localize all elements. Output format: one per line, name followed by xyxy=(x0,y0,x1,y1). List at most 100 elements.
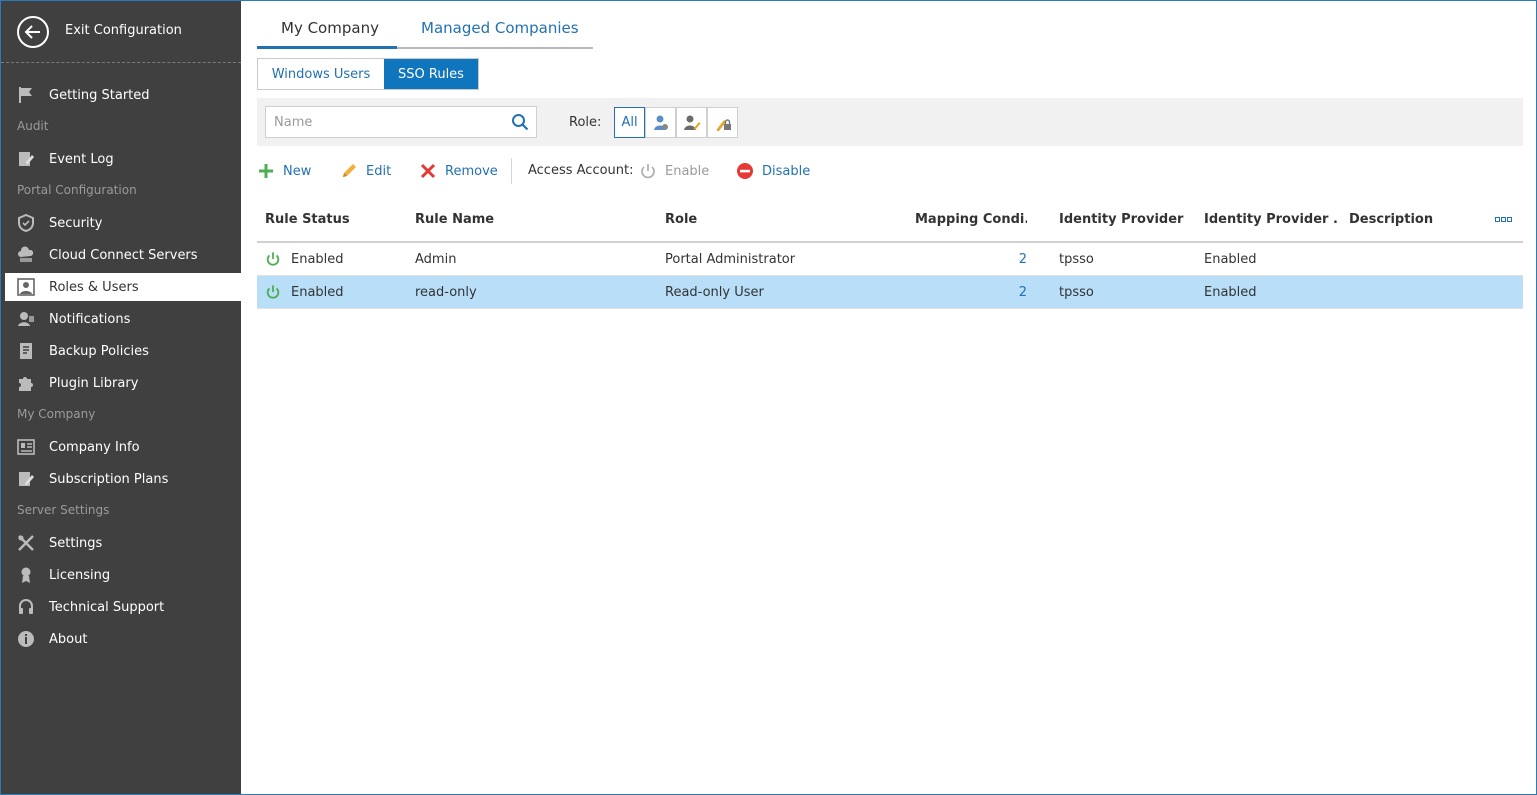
sidebar-divider xyxy=(1,62,241,63)
user-card-icon xyxy=(17,278,35,296)
exit-configuration-button[interactable]: Exit Configuration xyxy=(1,1,241,62)
edit-button-label: Edit xyxy=(366,163,392,179)
section-audit: Audit xyxy=(17,119,49,133)
enable-button-label: Enable xyxy=(665,163,710,179)
role-filter-all[interactable]: All xyxy=(614,107,645,138)
remove-button[interactable]: Remove xyxy=(419,158,498,184)
column-header-rule-name[interactable]: Rule Name xyxy=(415,212,655,227)
sidebar-item-subscription-plans[interactable]: Subscription Plans xyxy=(1,465,241,493)
sidebar-item-event-log[interactable]: Event Log xyxy=(1,145,241,173)
role-filter-operator[interactable] xyxy=(676,107,707,138)
notification-icon xyxy=(18,312,34,326)
sso-rules-table: Rule Status Rule Name Role Mapping Condi… xyxy=(257,201,1523,309)
disable-button-label: Disable xyxy=(762,163,811,179)
toolbar-separator xyxy=(511,158,512,184)
section-portal-configuration: Portal Configuration xyxy=(17,183,137,197)
sidebar-item-label: Cloud Connect Servers xyxy=(49,248,198,263)
back-arrow-icon xyxy=(17,16,49,48)
remove-button-label: Remove xyxy=(445,163,498,179)
new-button[interactable]: New xyxy=(257,158,311,184)
sidebar-item-roles-users[interactable]: Roles & Users xyxy=(5,273,242,301)
column-header-role[interactable]: Role xyxy=(665,212,905,227)
subscription-icon xyxy=(19,472,34,486)
cell-rule-name: Admin xyxy=(415,252,457,267)
power-on-icon xyxy=(266,252,280,266)
company-info-icon xyxy=(17,439,35,455)
exit-configuration-label: Exit Configuration xyxy=(65,23,182,38)
tab-indicator xyxy=(257,46,397,49)
cell-rule-status: Enabled xyxy=(291,285,344,300)
search-icon[interactable] xyxy=(511,113,529,131)
cell-identity-provider: tpsso xyxy=(1059,285,1094,300)
column-header-mapping-conditions[interactable]: Mapping Condi... xyxy=(915,212,1027,227)
sidebar-item-settings[interactable]: Settings xyxy=(1,529,241,557)
role-filter-label: Role: xyxy=(569,115,602,130)
sidebar-item-security[interactable]: Security xyxy=(1,209,241,237)
pencil-icon xyxy=(343,164,356,177)
disable-icon xyxy=(737,163,753,179)
search-input[interactable] xyxy=(266,107,506,137)
new-button-label: New xyxy=(283,163,312,179)
headset-icon xyxy=(19,599,33,614)
enable-button[interactable]: Enable xyxy=(639,158,709,184)
tab-my-company[interactable]: My Company xyxy=(281,19,379,37)
cloud-server-icon xyxy=(18,246,34,262)
tab-managed-companies[interactable]: Managed Companies xyxy=(421,19,579,37)
cell-identity-provider-status: Enabled xyxy=(1204,252,1257,267)
license-icon xyxy=(21,567,31,583)
sidebar-item-about[interactable]: About xyxy=(1,625,241,653)
sidebar-item-backup-policies[interactable]: Backup Policies xyxy=(1,337,241,365)
column-chooser-icon[interactable] xyxy=(1495,216,1513,224)
sidebar-item-label: Roles & Users xyxy=(49,280,139,295)
plus-icon xyxy=(259,164,273,178)
subtab-sso-rules[interactable]: SSO Rules xyxy=(384,59,478,89)
power-icon xyxy=(641,164,655,179)
column-header-rule-status[interactable]: Rule Status xyxy=(265,212,405,227)
shield-icon xyxy=(18,214,34,232)
role-filter-readonly[interactable] xyxy=(707,107,738,138)
info-icon xyxy=(18,631,34,647)
sidebar-item-notifications[interactable]: Notifications xyxy=(1,305,241,333)
cell-mapping-conditions[interactable]: 2 xyxy=(997,285,1027,300)
power-on-icon xyxy=(266,285,280,299)
sidebar-item-company-info[interactable]: Company Info xyxy=(1,433,241,461)
remove-x-icon xyxy=(420,163,436,179)
cell-rule-status: Enabled xyxy=(291,252,344,267)
column-header-identity-provider-status[interactable]: Identity Provider ... xyxy=(1204,212,1339,227)
cell-role: Read-only User xyxy=(665,285,764,300)
main-content: My Company Managed Companies Windows Use… xyxy=(241,1,1536,794)
column-header-identity-provider[interactable]: Identity Provider xyxy=(1059,212,1199,227)
access-account-label: Access Account: xyxy=(528,163,634,178)
policy-icon xyxy=(20,343,32,359)
sidebar-item-label: Licensing xyxy=(49,568,111,583)
cell-rule-name: read-only xyxy=(415,285,477,300)
sidebar-item-cloud-connect-servers[interactable]: Cloud Connect Servers xyxy=(1,241,241,269)
sidebar-item-licensing[interactable]: Licensing xyxy=(1,561,241,589)
sidebar-item-getting-started[interactable]: Getting Started xyxy=(1,81,241,109)
cell-mapping-conditions[interactable]: 2 xyxy=(997,252,1027,267)
table-row[interactable]: Enabled read-only Read-only User 2 tpsso… xyxy=(257,276,1523,309)
cell-identity-provider: tpsso xyxy=(1059,252,1094,267)
table-header: Rule Status Rule Name Role Mapping Condi… xyxy=(257,201,1523,243)
sidebar-item-plugin-library[interactable]: Plugin Library xyxy=(1,369,241,397)
sidebar-item-label: Technical Support xyxy=(49,600,165,615)
tab-underline xyxy=(397,47,593,49)
disable-button[interactable]: Disable xyxy=(736,158,810,184)
section-server-settings: Server Settings xyxy=(17,503,110,517)
flag-icon xyxy=(19,87,32,103)
sidebar-item-label: Company Info xyxy=(49,440,140,455)
sidebar-item-label: Notifications xyxy=(49,312,131,327)
edit-button[interactable]: Edit xyxy=(340,158,391,184)
sidebar-item-label: Security xyxy=(49,216,103,231)
sidebar-item-label: About xyxy=(49,632,88,647)
sidebar-item-label: Subscription Plans xyxy=(49,472,169,487)
section-my-company: My Company xyxy=(17,407,96,421)
cell-role: Portal Administrator xyxy=(665,252,796,267)
column-header-description[interactable]: Description xyxy=(1349,212,1479,227)
role-filter-admin[interactable] xyxy=(645,107,676,138)
table-row[interactable]: Enabled Admin Portal Administrator 2 tps… xyxy=(257,243,1523,276)
subtab-group: Windows Users SSO Rules xyxy=(257,58,479,90)
role-filter-all-label: All xyxy=(621,115,638,130)
subtab-windows-users[interactable]: Windows Users xyxy=(258,59,384,89)
sidebar-item-technical-support[interactable]: Technical Support xyxy=(1,593,241,621)
